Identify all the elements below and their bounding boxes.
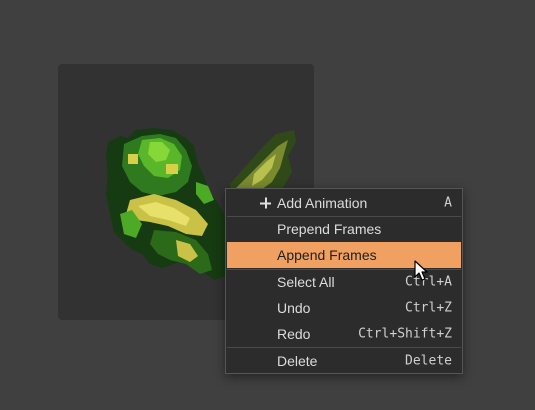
menu-item-redo[interactable]: Redo Ctrl+Shift+Z (227, 321, 461, 347)
menu-item-label: Delete (277, 353, 318, 369)
menu-item-undo[interactable]: Undo Ctrl+Z (227, 295, 461, 321)
menu-item-delete[interactable]: Delete Delete (227, 348, 461, 374)
menu-item-prepend-frames[interactable]: Prepend Frames (227, 216, 461, 242)
menu-item-shortcut: A (444, 195, 452, 211)
menu-item-label: Select All (277, 274, 335, 290)
menu-item-add-animation[interactable]: Add Animation A (227, 190, 461, 216)
menu-item-shortcut: Ctrl+Z (405, 300, 452, 316)
plus-icon (260, 197, 271, 209)
menu-item-label: Add Animation (277, 195, 368, 211)
menu-item-shortcut: Delete (405, 353, 452, 369)
menu-item-label: Append Frames (277, 247, 377, 263)
menu-item-shortcut: Ctrl+Shift+Z (358, 326, 452, 342)
menu-item-label: Redo (277, 326, 311, 342)
arrow-cursor-icon (414, 260, 428, 281)
menu-item-label: Prepend Frames (277, 221, 382, 237)
menu-item-label: Undo (277, 300, 311, 316)
